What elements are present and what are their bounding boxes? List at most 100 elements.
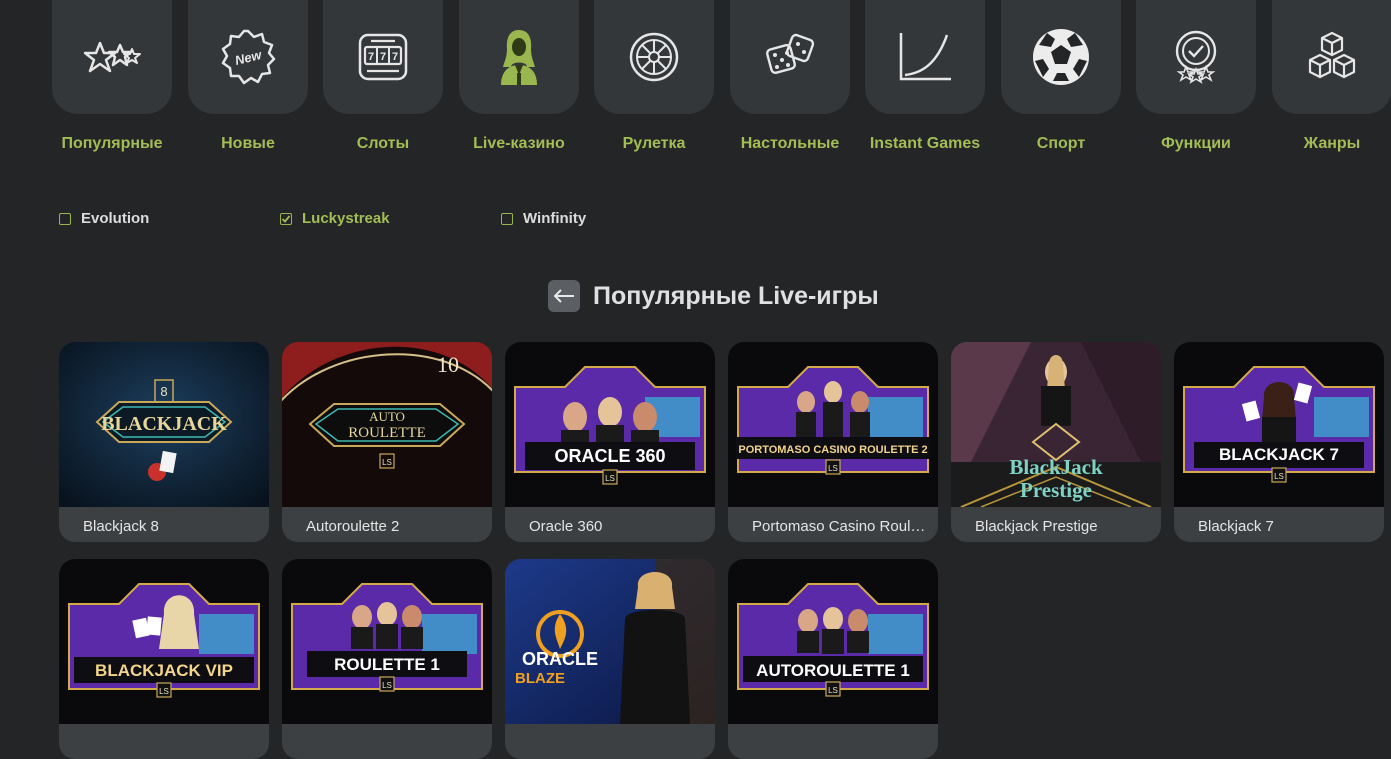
- new-badge-icon: New: [221, 29, 276, 85]
- dice-icon: [766, 33, 815, 74]
- game-card-blackjack-8[interactable]: 8 BLACKJACK Blackjack 8: [59, 342, 269, 542]
- game-card-blackjack-vip[interactable]: BLACKJACK VIP LS: [59, 559, 269, 759]
- svg-text:Prestige: Prestige: [1020, 478, 1092, 502]
- game-thumbnail: BLACKJACK VIP LS: [59, 559, 269, 724]
- game-card-blackjack-7[interactable]: BLACKJACK 7 LS Blackjack 7: [1174, 342, 1384, 542]
- blackjack-prestige-image: BlackJack Prestige: [951, 342, 1161, 507]
- filter-label: Winfinity: [523, 210, 587, 227]
- award-badge-icon: [1175, 30, 1217, 84]
- game-title: Blackjack 8: [83, 518, 159, 535]
- category-tile: [1136, 0, 1256, 114]
- section-header: Популярные Live-игры: [548, 280, 879, 312]
- filter-label: Evolution: [81, 210, 150, 227]
- game-title: Portomaso Casino Roulette 2: [752, 518, 928, 535]
- svg-text:7: 7: [392, 51, 398, 63]
- category-tile: [459, 0, 579, 114]
- category-live-casino[interactable]: Live-казино: [459, 0, 579, 153]
- game-thumbnail: PORTOMASO CASINO ROULETTE 2 LS: [728, 342, 938, 507]
- checkbox-checked[interactable]: [280, 212, 292, 225]
- svg-text:BLACKJACK 7: BLACKJACK 7: [1219, 445, 1339, 464]
- svg-text:BlackJack: BlackJack: [1009, 455, 1103, 479]
- svg-text:New: New: [233, 47, 263, 68]
- svg-text:LS: LS: [382, 681, 392, 690]
- svg-text:ORACLE 360: ORACLE 360: [554, 446, 665, 466]
- svg-text:7: 7: [380, 51, 386, 63]
- game-card-portomaso-roulette-2[interactable]: PORTOMASO CASINO ROULETTE 2 LS Portomaso…: [728, 342, 938, 542]
- category-instant-games[interactable]: Instant Games: [865, 0, 985, 153]
- roulette-icon: [629, 32, 679, 82]
- svg-text:BLACKJACK: BLACKJACK: [101, 413, 227, 435]
- game-card-oracle-blaze[interactable]: ORACLE BLAZE: [505, 559, 715, 759]
- svg-text:BLACKJACK VIP: BLACKJACK VIP: [95, 661, 233, 680]
- game-title: Oracle 360: [529, 518, 603, 535]
- category-tile: [1272, 0, 1391, 114]
- svg-text:7: 7: [368, 51, 374, 63]
- slot-machine-icon: 7 7 7: [358, 33, 408, 81]
- svg-text:AUTO: AUTO: [369, 409, 405, 424]
- game-thumbnail: ROULETTE 1 LS: [282, 559, 492, 724]
- autoroulette-logo-image: 10 AUTO ROULETTE LS: [282, 342, 492, 507]
- game-thumbnail: 8 BLACKJACK: [59, 342, 269, 507]
- game-thumbnail: ORACLE BLAZE: [505, 559, 715, 724]
- svg-text:AUTOROULETTE 1: AUTOROULETTE 1: [756, 661, 910, 680]
- category-strip: Популярные New Новые 7 7 7 Слоты Live-ка…: [52, 0, 1391, 170]
- category-tile: [865, 0, 985, 114]
- svg-text:LS: LS: [1274, 472, 1284, 481]
- category-tile: [52, 0, 172, 114]
- svg-text:ROULETTE 1: ROULETTE 1: [334, 655, 440, 674]
- svg-text:LS: LS: [828, 464, 838, 473]
- category-tile: [1001, 0, 1121, 114]
- svg-text:PORTOMASO CASINO ROULETTE 2: PORTOMASO CASINO ROULETTE 2: [738, 444, 927, 456]
- section-title: Популярные Live-игры: [593, 281, 879, 310]
- crash-graph-icon: [899, 33, 951, 81]
- game-thumbnail: 10 AUTO ROULETTE LS: [282, 342, 492, 507]
- portomaso-roulette-image: PORTOMASO CASINO ROULETTE 2 LS: [728, 342, 938, 507]
- category-popular[interactable]: Популярные: [52, 0, 172, 153]
- svg-text:8: 8: [160, 384, 167, 399]
- checkbox-unchecked[interactable]: [59, 212, 71, 225]
- svg-text:ROULETTE: ROULETTE: [348, 425, 425, 441]
- filter-luckystreak[interactable]: Luckystreak: [280, 210, 390, 227]
- game-card-autoroulette-2[interactable]: 10 AUTO ROULETTE LS Autoroulette 2: [282, 342, 492, 542]
- check-icon: [281, 214, 291, 223]
- svg-text:10: 10: [437, 352, 459, 377]
- game-card-blackjack-prestige[interactable]: BlackJack Prestige Blackjack Prestige: [951, 342, 1161, 542]
- checkbox-unchecked[interactable]: [501, 212, 513, 225]
- svg-text:BLAZE: BLAZE: [515, 670, 565, 687]
- category-tile: New: [188, 0, 308, 114]
- arrow-left-icon: [553, 289, 574, 303]
- svg-text:LS: LS: [159, 687, 169, 696]
- filter-evolution[interactable]: Evolution: [59, 210, 149, 227]
- filter-winfinity[interactable]: Winfinity: [501, 210, 586, 227]
- blackjack-vip-image: BLACKJACK VIP LS: [59, 559, 269, 724]
- game-card-roulette-1[interactable]: ROULETTE 1 LS: [282, 559, 492, 759]
- category-slots[interactable]: 7 7 7 Слоты: [323, 0, 443, 153]
- category-sport[interactable]: Спорт: [1001, 0, 1121, 153]
- category-tile: 7 7 7: [323, 0, 443, 114]
- category-new[interactable]: New Новые: [188, 0, 308, 153]
- game-thumbnail: AUTOROULETTE 1 LS: [728, 559, 938, 724]
- blackjack-7-image: BLACKJACK 7 LS: [1174, 342, 1384, 507]
- live-dealer-icon: [501, 30, 537, 85]
- game-card-autoroulette-1[interactable]: AUTOROULETTE 1 LS: [728, 559, 938, 759]
- autoroulette-1-image: AUTOROULETTE 1 LS: [728, 559, 938, 724]
- category-roulette[interactable]: Рулетка: [594, 0, 714, 153]
- category-tile: [594, 0, 714, 114]
- filter-label: Luckystreak: [302, 210, 390, 227]
- game-card-oracle-360[interactable]: ORACLE 360 LS Oracle 360: [505, 342, 715, 542]
- category-table-games[interactable]: Настольные: [730, 0, 850, 153]
- oracle-360-image: ORACLE 360 LS: [505, 342, 715, 507]
- oracle-blaze-image: ORACLE BLAZE: [505, 559, 715, 724]
- game-thumbnail: BlackJack Prestige: [951, 342, 1161, 507]
- category-tile: [730, 0, 850, 114]
- blackjack-logo-image: 8 BLACKJACK: [59, 342, 269, 507]
- back-button[interactable]: [548, 280, 580, 312]
- svg-text:LS: LS: [828, 686, 838, 695]
- category-features[interactable]: Функции: [1136, 0, 1256, 153]
- svg-text:LS: LS: [605, 474, 615, 483]
- game-title: Blackjack 7: [1198, 518, 1274, 535]
- game-title: Autoroulette 2: [306, 518, 400, 535]
- cubes-icon: [1308, 31, 1356, 79]
- category-genres[interactable]: Жанры: [1272, 0, 1391, 153]
- roulette-1-image: ROULETTE 1 LS: [282, 559, 492, 724]
